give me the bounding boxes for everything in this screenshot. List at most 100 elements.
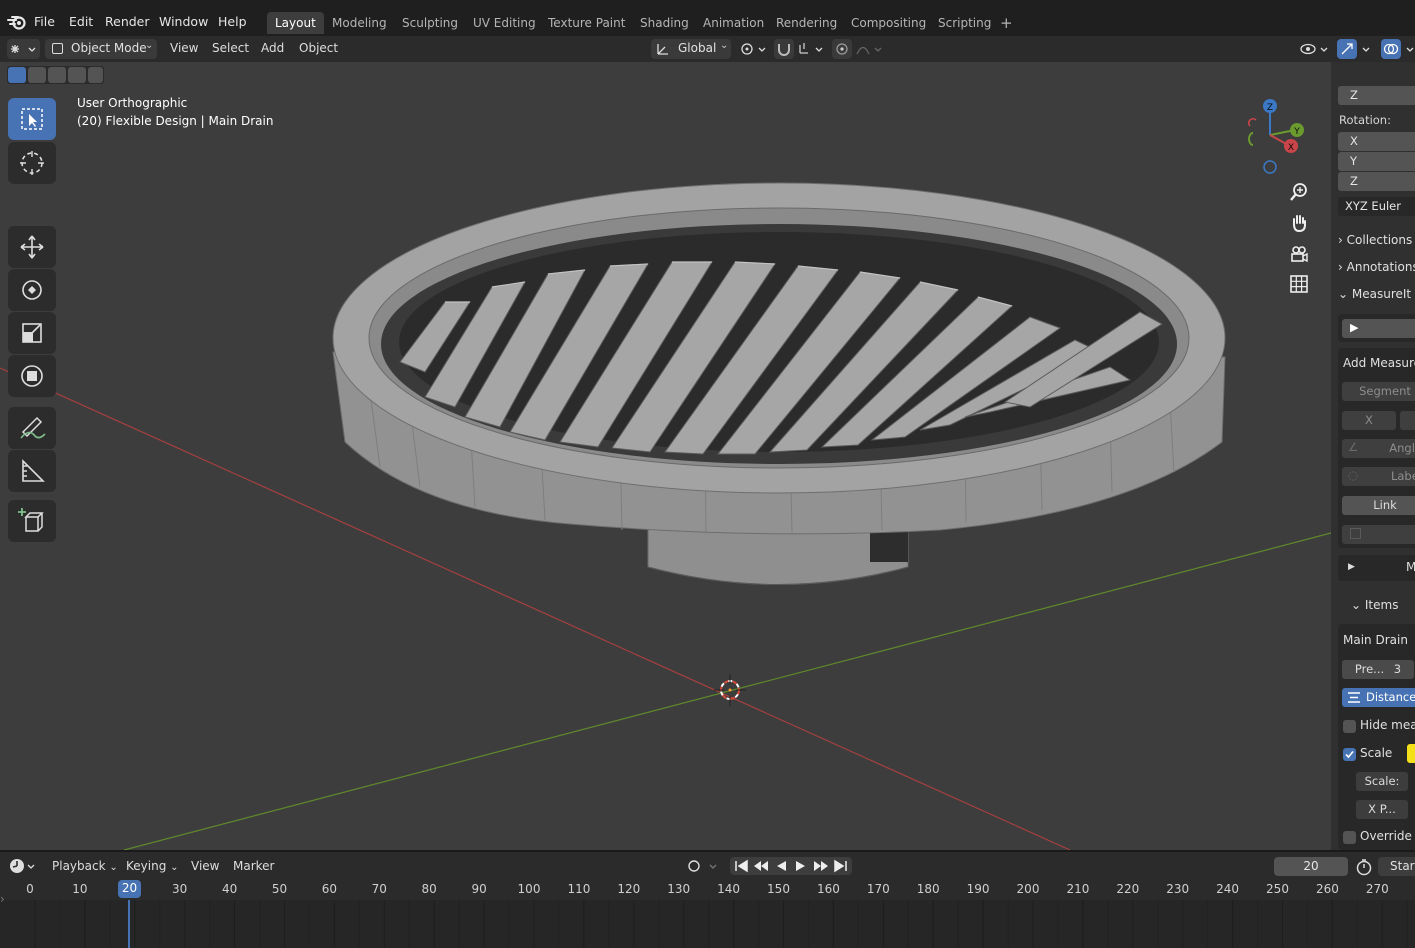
m-label[interactable]: M — [1406, 560, 1415, 574]
tab-layout[interactable]: Layout — [267, 12, 324, 34]
rotation-mode-dropdown[interactable]: XYZ Euler — [1338, 197, 1415, 216]
visibility-dropdown[interactable] — [1297, 39, 1331, 59]
select-menu[interactable]: Select — [212, 41, 249, 55]
select-invert-icon[interactable] — [68, 67, 86, 83]
prev-keyframe-icon[interactable] — [752, 859, 770, 873]
tab-sculpting[interactable]: Sculpting — [394, 12, 466, 34]
x-pos-field[interactable]: X P... — [1356, 800, 1408, 819]
items-panel-header[interactable]: ⌄ Items — [1351, 598, 1398, 612]
editor-type-button[interactable] — [7, 39, 40, 59]
menu-window[interactable]: Window — [159, 14, 208, 29]
current-frame-field[interactable]: 20 — [1274, 857, 1348, 876]
marker-menu[interactable]: Marker — [233, 859, 274, 873]
pan-button[interactable] — [1287, 211, 1311, 235]
cursor-tool[interactable] — [8, 142, 56, 184]
blender-logo-icon[interactable] — [7, 12, 27, 32]
3d-viewport[interactable]: Z Y X User Orthographic (20) Flexible De… — [0, 62, 1331, 850]
add-workspace-button[interactable]: + — [992, 12, 1021, 34]
link-button[interactable]: Link — [1342, 496, 1415, 515]
tab-animation[interactable]: Animation — [695, 12, 772, 34]
timeline-ruler[interactable]: 0 10 30 40 50 60 70 80 90 100 110 120 130 140 150 160 17… — [0, 878, 1415, 900]
measureit-panel-header[interactable]: ⌄ MeasureIt T — [1338, 287, 1415, 301]
scale-checkbox[interactable] — [1343, 748, 1356, 761]
measureit-show-button[interactable]: ▶ S — [1342, 319, 1415, 338]
select-intersect-icon[interactable] — [88, 67, 103, 83]
preset-field[interactable]: Pre... 3 — [1342, 660, 1414, 679]
segment-button[interactable]: Segment — [1342, 382, 1415, 401]
annotate-tool[interactable] — [8, 407, 56, 449]
timeline-view-menu[interactable]: View — [191, 859, 219, 873]
hide-measure-checkbox[interactable] — [1343, 720, 1356, 733]
main-drain-mesh[interactable] — [332, 182, 1226, 585]
zoom-button[interactable] — [1287, 180, 1311, 204]
transform-tool[interactable] — [8, 355, 56, 397]
keying-menu[interactable]: Keying ⌄ — [126, 859, 179, 873]
playhead-frame-label[interactable]: 20 — [118, 880, 141, 898]
timeline-track-area[interactable]: › — [0, 892, 1415, 948]
annotations-panel-header[interactable]: › Annotations — [1338, 260, 1415, 274]
angle-button[interactable]: ∠ Angle — [1342, 439, 1415, 458]
add-cube-tool[interactable] — [8, 500, 56, 542]
transform-orientation-dropdown[interactable]: Global ⌄ — [651, 39, 731, 59]
scale-field[interactable]: Scale: — [1356, 772, 1408, 791]
proportional-falloff-dropdown[interactable] — [854, 39, 884, 59]
jump-end-icon[interactable] — [832, 859, 850, 873]
menu-edit[interactable]: Edit — [69, 14, 93, 29]
snap-toggle[interactable] — [774, 39, 794, 59]
timeline-editor-type-button[interactable] — [8, 857, 38, 875]
menu-help[interactable]: Help — [218, 14, 247, 29]
move-tool[interactable] — [8, 226, 56, 268]
playhead-line[interactable] — [128, 900, 130, 948]
snap-target-dropdown[interactable] — [796, 39, 826, 59]
add-menu[interactable]: Add — [261, 41, 284, 55]
scene-canvas[interactable]: Z Y X — [0, 62, 1331, 850]
jump-start-icon[interactable] — [732, 859, 750, 873]
override-checkbox[interactable] — [1343, 831, 1356, 844]
tab-modeling[interactable]: Modeling — [324, 12, 395, 34]
rotation-x-field[interactable]: X — [1338, 132, 1415, 151]
x-axis-measure-button[interactable]: X — [1342, 411, 1396, 430]
play-icon[interactable] — [792, 859, 810, 873]
gizmo-dropdown[interactable] — [1337, 39, 1375, 59]
collections-panel-header[interactable]: › Collections — [1338, 233, 1412, 247]
location-z-field[interactable]: Z — [1338, 86, 1415, 105]
3d-cursor-icon[interactable] — [714, 674, 746, 706]
tab-rendering[interactable]: Rendering — [768, 12, 845, 34]
y-axis-measure-button[interactable] — [1400, 411, 1415, 430]
tab-scripting[interactable]: Scripting — [930, 12, 999, 34]
scale-tool[interactable] — [8, 312, 56, 354]
label-button[interactable]: ◌ Label — [1342, 467, 1415, 486]
scale-color-swatch[interactable] — [1407, 744, 1415, 763]
select-box-tool[interactable] — [8, 98, 56, 140]
distance-button[interactable]: Distance — [1342, 688, 1415, 707]
rotate-tool[interactable] — [8, 269, 56, 311]
proportional-edit-toggle[interactable] — [832, 39, 852, 59]
tab-shading[interactable]: Shading — [632, 12, 697, 34]
view-menu[interactable]: View — [170, 41, 198, 55]
mode-dropdown[interactable]: Object Mode ⌄ — [45, 39, 157, 59]
camera-view-button[interactable] — [1287, 242, 1311, 266]
select-new-icon[interactable] — [8, 67, 26, 83]
tab-texture-paint[interactable]: Texture Paint — [540, 12, 633, 34]
select-extend-icon[interactable] — [28, 67, 46, 83]
rotation-z-field[interactable]: Z — [1338, 172, 1415, 191]
gizmo-neg-x[interactable] — [1247, 117, 1257, 127]
overlays-dropdown[interactable] — [1381, 39, 1415, 59]
stopwatch-icon[interactable] — [1355, 858, 1373, 876]
tab-uv-editing[interactable]: UV Editing — [465, 12, 544, 34]
select-subtract-icon[interactable] — [48, 67, 66, 83]
gizmo-neg-y[interactable] — [1248, 132, 1254, 146]
tab-compositing[interactable]: Compositing — [843, 12, 934, 34]
navigation-gizmo[interactable]: Z Y X — [1247, 99, 1304, 174]
menu-render[interactable]: Render — [105, 14, 150, 29]
object-menu[interactable]: Object — [299, 41, 338, 55]
origin-button[interactable] — [1342, 525, 1415, 544]
auto-keying-toggle[interactable] — [684, 857, 720, 875]
pivot-point-dropdown[interactable] — [737, 39, 769, 59]
start-frame-field[interactable]: Start — [1378, 857, 1415, 876]
next-keyframe-icon[interactable] — [812, 859, 830, 873]
playback-menu[interactable]: Playback ⌄ — [52, 859, 118, 873]
gizmo-neg-z[interactable] — [1263, 160, 1277, 174]
measure-tool[interactable] — [8, 450, 56, 492]
perspective-toggle-button[interactable] — [1287, 272, 1311, 296]
